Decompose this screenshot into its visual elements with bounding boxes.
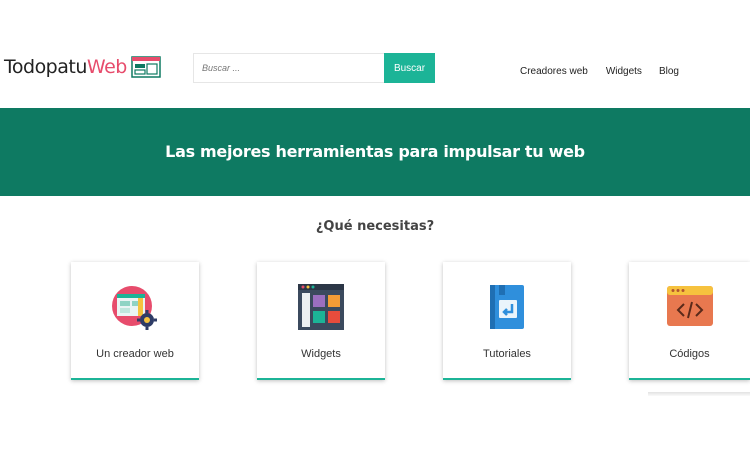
- site-header: TodopatuWeb Buscar Creadores web Widgets…: [0, 0, 750, 108]
- main-nav: Creadores web Widgets Blog: [520, 66, 679, 77]
- card-widgets[interactable]: Widgets: [257, 262, 385, 380]
- tutorial-book-icon: [490, 285, 524, 329]
- nav-item-blog[interactable]: Blog: [659, 66, 679, 77]
- card-label: Códigos: [669, 348, 710, 360]
- hero-title: Las mejores herramientas para impulsar t…: [165, 142, 585, 161]
- logo-text-accent: Web: [86, 56, 127, 78]
- logo-text-main: Todopatu: [4, 56, 87, 78]
- scroll-shadow: [648, 392, 750, 396]
- widgets-grid-icon: [298, 284, 344, 330]
- hero-banner: Las mejores herramientas para impulsar t…: [0, 108, 750, 196]
- search-button[interactable]: Buscar: [384, 53, 435, 83]
- card-web-builder[interactable]: Un creador web: [71, 262, 199, 380]
- browser-window-icon: [131, 56, 161, 78]
- logo-text: TodopatuWeb: [4, 56, 127, 78]
- search-input[interactable]: [193, 53, 384, 83]
- card-tutorials[interactable]: Tutoriales: [443, 262, 571, 380]
- code-window-icon: [666, 286, 713, 326]
- card-codes[interactable]: Códigos: [629, 262, 750, 380]
- card-label: Widgets: [301, 348, 341, 360]
- nav-item-creadores-web[interactable]: Creadores web: [520, 66, 588, 77]
- nav-item-widgets[interactable]: Widgets: [606, 66, 642, 77]
- site-logo[interactable]: TodopatuWeb: [4, 52, 161, 82]
- search-bar: Buscar: [193, 53, 435, 83]
- card-label: Un creador web: [96, 348, 174, 360]
- section-title: ¿Qué necesitas?: [315, 219, 435, 234]
- web-builder-gear-icon: [112, 286, 157, 330]
- card-label: Tutoriales: [483, 348, 531, 360]
